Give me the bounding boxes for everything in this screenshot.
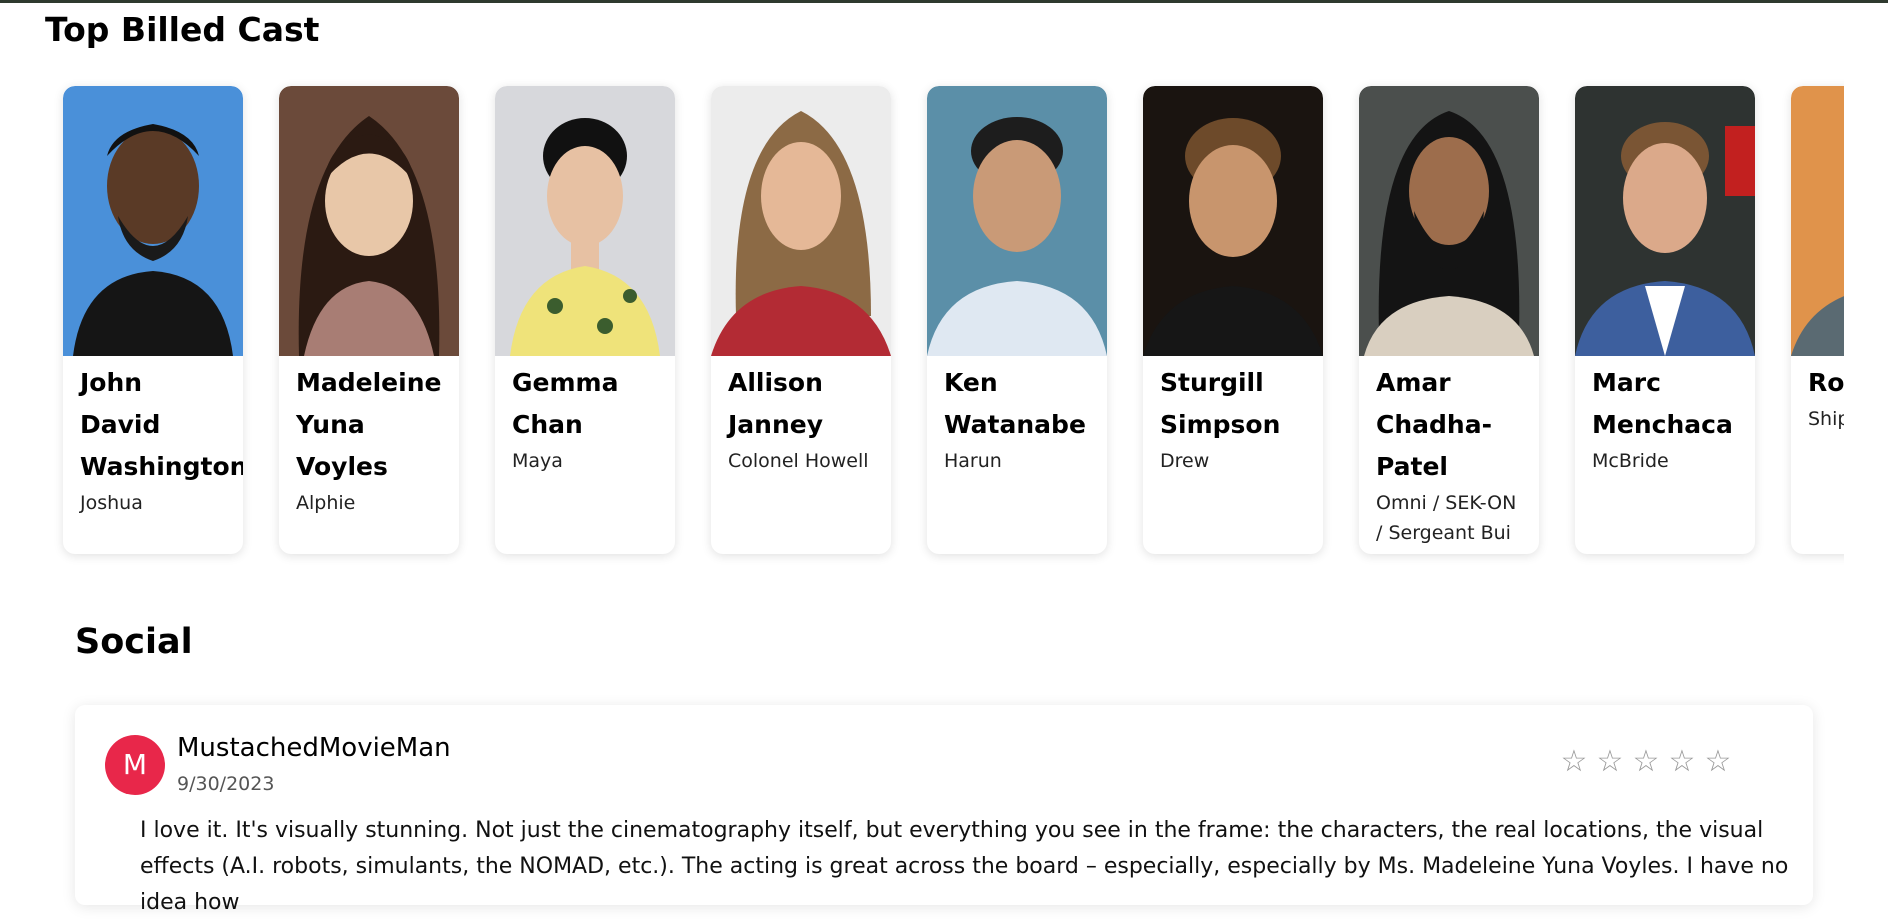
star-outline-icon: ☆ [1668, 744, 1696, 779]
rating-stars: ☆ ☆ ☆ ☆ ☆ [1558, 747, 1734, 777]
cast-photo[interactable] [279, 86, 459, 356]
person-portrait-icon [1575, 86, 1755, 356]
cast-photo[interactable] [495, 86, 675, 356]
cast-name[interactable]: Allison Janney [728, 362, 877, 446]
cast-photo[interactable] [1359, 86, 1539, 356]
cast-name[interactable]: John David Washington [80, 362, 243, 488]
cast-card[interactable]: Sturgill Simpson Drew [1143, 86, 1323, 554]
cast-character: Joshua [80, 492, 143, 514]
person-portrait-icon [1359, 86, 1539, 356]
person-portrait-icon [279, 86, 459, 356]
cast-card[interactable]: Amar Chadha-Patel Omni / SEK-ON / Sergea… [1359, 86, 1539, 554]
cast-name[interactable]: Gemma Chan [512, 362, 661, 446]
cast-photo[interactable] [1791, 86, 1844, 356]
cast-scroller[interactable]: John David Washington Joshua Madeleine Y… [52, 78, 1844, 574]
person-portrait-icon [495, 86, 675, 356]
cast-character: McBride [1592, 450, 1669, 472]
cast-character: Ship [1808, 408, 1844, 430]
review-text: I love it. It's visually stunning. Not j… [140, 818, 1789, 915]
top-border [0, 0, 1888, 3]
star-outline-icon: ☆ [1632, 744, 1660, 779]
social-section-title: Social [75, 622, 193, 662]
cast-character: Drew [1160, 450, 1210, 472]
cast-name[interactable]: Ken Watanabe [944, 362, 1093, 446]
cast-card[interactable]: Marc Menchaca McBride [1575, 86, 1755, 554]
person-portrait-icon [927, 86, 1107, 356]
cast-card[interactable]: Ken Watanabe Harun [927, 86, 1107, 554]
cast-name[interactable]: Marc Menchaca [1592, 362, 1741, 446]
cast-character: Harun [944, 450, 1002, 472]
person-portrait-icon [1791, 86, 1844, 356]
cast-section-title: Top Billed Cast [45, 10, 320, 49]
cast-character: Colonel Howell [728, 450, 869, 472]
cast-name[interactable]: Madeleine Yuna Voyles [296, 362, 445, 488]
cast-character: Alphie [296, 492, 356, 514]
cast-character: Maya [512, 450, 563, 472]
cast-photo[interactable] [927, 86, 1107, 356]
review-card: M MustachedMovieMan 9/30/2023 ☆ ☆ ☆ ☆ ☆ … [75, 705, 1813, 915]
cast-card[interactable]: John David Washington Joshua [63, 86, 243, 554]
cast-name[interactable]: Rol [1808, 362, 1844, 404]
review-author[interactable]: MustachedMovieMan [177, 733, 451, 763]
avatar[interactable]: M [105, 735, 165, 795]
cast-photo[interactable] [1143, 86, 1323, 356]
cast-card[interactable]: Madeleine Yuna Voyles Alphie [279, 86, 459, 554]
cast-card[interactable]: Gemma Chan Maya [495, 86, 675, 554]
star-outline-icon: ☆ [1704, 744, 1732, 779]
person-portrait-icon [63, 86, 243, 356]
review-date: 9/30/2023 [177, 773, 275, 795]
cast-character: Omni / SEK-ON / Sergeant Bui [1376, 492, 1517, 544]
person-portrait-icon [1143, 86, 1323, 356]
cast-name[interactable]: Amar Chadha-Patel [1376, 362, 1525, 488]
cast-card[interactable]: Allison Janney Colonel Howell [711, 86, 891, 554]
star-outline-icon: ☆ [1560, 744, 1588, 779]
star-outline-icon: ☆ [1596, 744, 1624, 779]
person-portrait-icon [711, 86, 891, 356]
cast-name[interactable]: Sturgill Simpson [1160, 362, 1309, 446]
cast-photo[interactable] [63, 86, 243, 356]
cast-photo[interactable] [711, 86, 891, 356]
cast-photo[interactable] [1575, 86, 1755, 356]
cast-card[interactable]: Rol Ship [1791, 86, 1844, 554]
